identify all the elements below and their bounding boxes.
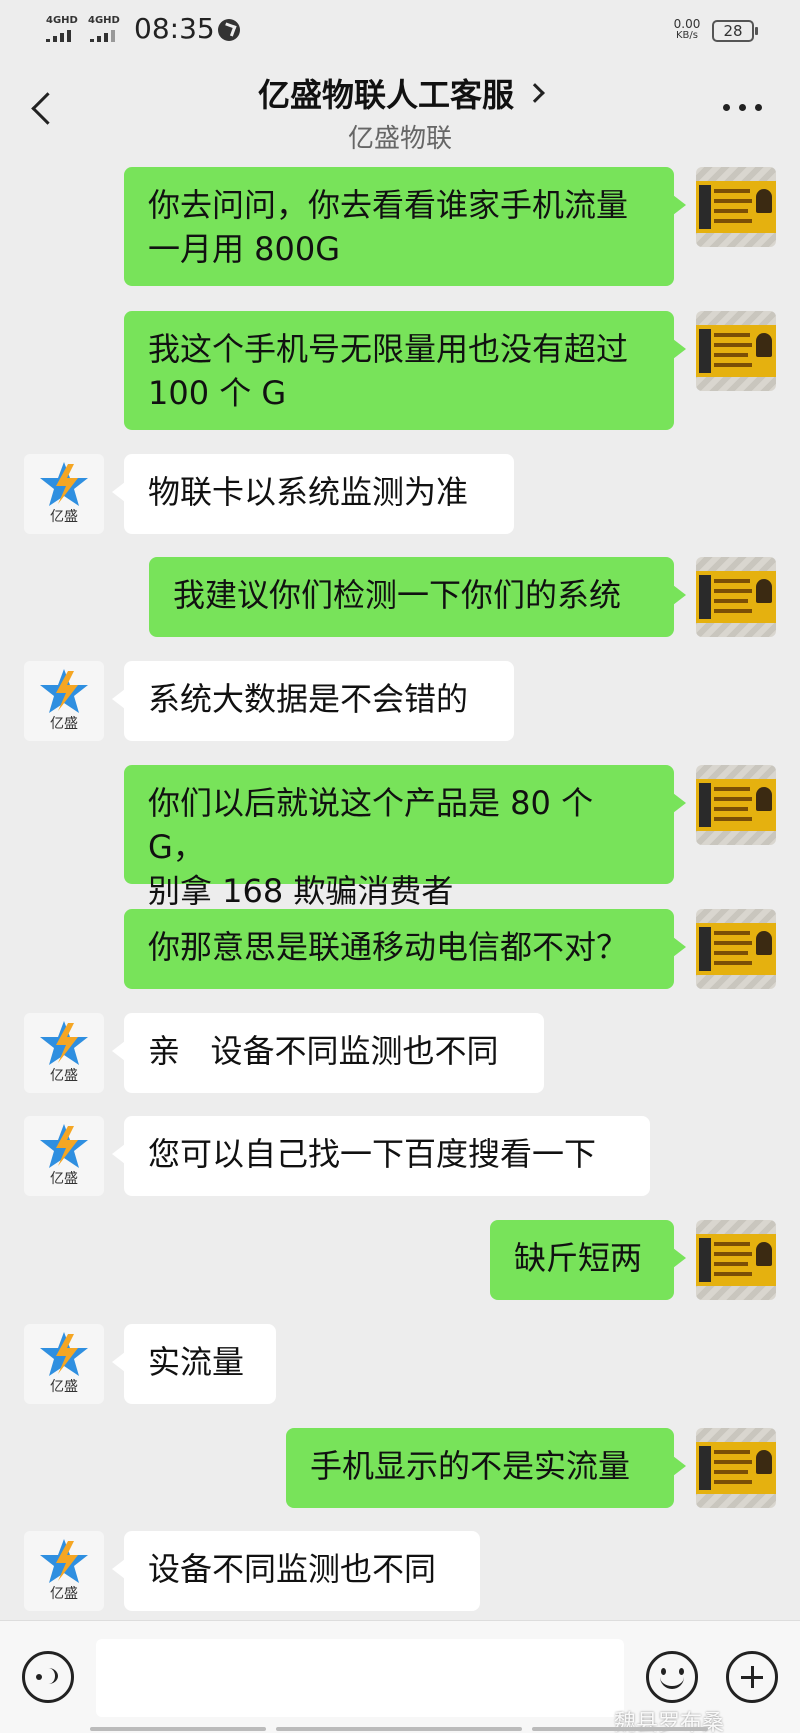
chat-title: 亿盛物联人工客服	[257, 76, 514, 114]
star-logo-icon	[40, 462, 88, 506]
status-bar: 4GHD 4GHD 08:35 0.00 KB/s 28	[0, 0, 800, 60]
contact-avatar[interactable]: 亿盛	[24, 454, 104, 534]
voice-input-icon[interactable]	[22, 1651, 74, 1703]
chevron-right-icon	[525, 83, 545, 103]
more-options-icon[interactable]	[720, 100, 766, 116]
contact-avatar-label: 亿盛	[50, 1586, 78, 1602]
net-speed-unit: KB/s	[676, 30, 698, 41]
star-logo-icon	[40, 1539, 88, 1583]
message-bubble-incoming[interactable]: 设备不同监测也不同	[112, 1531, 480, 1611]
user-avatar[interactable]	[696, 765, 776, 845]
contact-avatar-label: 亿盛	[50, 1171, 78, 1187]
message-bubble-incoming[interactable]: 实流量	[112, 1324, 276, 1404]
status-time: 08:35	[134, 12, 215, 45]
message-bubble-outgoing[interactable]: 我这个手机号无限量用也没有超过 100 个 G	[124, 311, 686, 430]
net-speed: 0.00 KB/s	[670, 18, 704, 42]
chat-title-button[interactable]: 亿盛物联人工客服	[200, 70, 600, 116]
contact-avatar[interactable]: 亿盛	[24, 1013, 104, 1093]
net-speed-value: 0.00	[673, 17, 701, 31]
message-bubble-outgoing[interactable]: 你那意思是联通移动电信都不对？	[124, 909, 686, 989]
message-bubble-outgoing[interactable]: 你们以后就说这个产品是 80 个 G， 别拿 168 欺骗消费者	[124, 765, 686, 910]
contact-avatar[interactable]: 亿盛	[24, 661, 104, 741]
signal-2-label: 4GHD	[88, 15, 120, 26]
star-logo-icon	[40, 1021, 88, 1065]
contact-avatar-label: 亿盛	[50, 509, 78, 525]
user-avatar[interactable]	[696, 909, 776, 989]
contact-avatar[interactable]: 亿盛	[24, 1531, 104, 1611]
message-bubble-outgoing[interactable]: 缺斤短两	[490, 1220, 686, 1300]
contact-avatar-label: 亿盛	[50, 1068, 78, 1084]
chat-header: 亿盛物联人工客服 亿盛物联	[0, 60, 800, 155]
chat-subtitle: 亿盛物联	[347, 124, 452, 154]
user-avatar[interactable]	[696, 311, 776, 391]
signal-1-label: 4GHD	[46, 15, 78, 26]
message-bubble-incoming[interactable]: 亲 设备不同监测也不同	[112, 1013, 544, 1093]
star-logo-icon	[40, 1332, 88, 1376]
message-bubble-outgoing[interactable]: 你去问问，你去看看谁家手机流量 一月用 800G	[124, 167, 686, 286]
message-bubble-outgoing[interactable]: 我建议你们检测一下你们的系统	[149, 557, 686, 637]
message-bubble-incoming[interactable]: 您可以自己找一下百度搜看一下	[112, 1116, 650, 1196]
message-bubble-incoming[interactable]: 物联卡以系统监测为准	[112, 454, 514, 534]
star-logo-icon	[40, 1124, 88, 1168]
message-input[interactable]	[96, 1639, 624, 1717]
chat-input-bar: 魏县罗布桑	[0, 1620, 800, 1733]
add-attachment-icon[interactable]	[726, 1651, 778, 1703]
signal-2-icon	[90, 30, 124, 42]
emoji-icon[interactable]	[646, 1651, 698, 1703]
user-avatar[interactable]	[696, 1428, 776, 1508]
star-logo-icon	[40, 669, 88, 713]
contact-avatar[interactable]: 亿盛	[24, 1324, 104, 1404]
user-avatar[interactable]	[696, 557, 776, 637]
message-bubble-incoming[interactable]: 系统大数据是不会错的	[112, 661, 514, 741]
nfc-icon	[218, 19, 240, 41]
back-icon[interactable]	[22, 88, 62, 128]
contact-avatar-label: 亿盛	[50, 1379, 78, 1395]
battery-icon: 28	[712, 20, 758, 42]
message-bubble-outgoing[interactable]: 手机显示的不是实流量	[286, 1428, 686, 1508]
user-avatar[interactable]	[696, 1220, 776, 1300]
contact-avatar[interactable]: 亿盛	[24, 1116, 104, 1196]
nav-bar	[0, 1727, 800, 1733]
contact-avatar-label: 亿盛	[50, 716, 78, 732]
user-avatar[interactable]	[696, 167, 776, 247]
signal-1-icon	[46, 30, 80, 42]
